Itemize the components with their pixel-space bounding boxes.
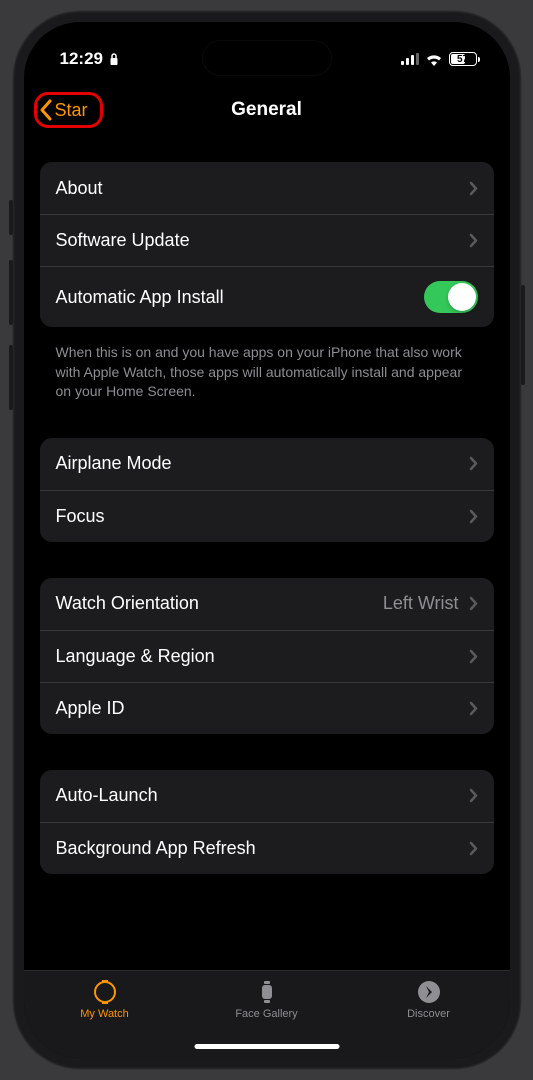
tab-discover[interactable]: Discover bbox=[348, 979, 510, 1020]
back-button[interactable]: Star bbox=[34, 92, 103, 128]
row-background-app-refresh[interactable]: Background App Refresh bbox=[40, 822, 494, 874]
tab-label: My Watch bbox=[80, 1008, 129, 1020]
chevron-right-icon bbox=[469, 596, 478, 611]
tab-label: Face Gallery bbox=[235, 1008, 297, 1020]
face-gallery-icon bbox=[254, 979, 280, 1005]
nav-header: Star General bbox=[24, 86, 510, 134]
compass-icon bbox=[416, 979, 442, 1005]
volume-up-button bbox=[9, 260, 13, 325]
chevron-right-icon bbox=[469, 649, 478, 664]
row-label: Watch Orientation bbox=[56, 593, 383, 614]
tab-label: Discover bbox=[407, 1008, 450, 1020]
content-scroll[interactable]: About Software Update Automatic App Inst… bbox=[24, 134, 510, 970]
settings-section-1: About Software Update Automatic App Inst… bbox=[40, 162, 494, 327]
chevron-left-icon bbox=[39, 99, 53, 121]
volume-switch bbox=[9, 200, 13, 235]
row-label: Auto-Launch bbox=[56, 785, 469, 806]
wifi-icon bbox=[425, 53, 443, 66]
battery-percent: 57 bbox=[457, 54, 468, 65]
settings-section-4: Auto-Launch Background App Refresh bbox=[40, 770, 494, 874]
row-auto-launch[interactable]: Auto-Launch bbox=[40, 770, 494, 822]
row-watch-orientation[interactable]: Watch Orientation Left Wrist bbox=[40, 578, 494, 630]
row-apple-id[interactable]: Apple ID bbox=[40, 682, 494, 734]
tab-face-gallery[interactable]: Face Gallery bbox=[186, 979, 348, 1020]
chevron-right-icon bbox=[469, 509, 478, 524]
row-label: Airplane Mode bbox=[56, 453, 469, 474]
settings-section-3: Watch Orientation Left Wrist Language & … bbox=[40, 578, 494, 734]
home-indicator[interactable] bbox=[194, 1044, 339, 1049]
battery-icon: 57 bbox=[449, 52, 480, 66]
settings-section-2: Airplane Mode Focus bbox=[40, 438, 494, 542]
power-button bbox=[521, 285, 525, 385]
chevron-right-icon bbox=[469, 788, 478, 803]
tab-my-watch[interactable]: My Watch bbox=[24, 979, 186, 1020]
row-software-update[interactable]: Software Update bbox=[40, 214, 494, 266]
back-label: Star bbox=[55, 100, 88, 121]
lock-icon bbox=[109, 52, 119, 66]
screen: 12:29 57 bbox=[24, 22, 510, 1058]
status-right: 57 bbox=[401, 52, 480, 66]
section-footer: When this is on and you have apps on you… bbox=[40, 335, 494, 402]
status-time: 12:29 bbox=[60, 49, 103, 69]
row-label: Apple ID bbox=[56, 698, 469, 719]
watch-icon bbox=[92, 979, 118, 1005]
row-label: Language & Region bbox=[56, 646, 469, 667]
page-title: General bbox=[231, 99, 302, 121]
chevron-right-icon bbox=[469, 701, 478, 716]
row-label: About bbox=[56, 178, 469, 199]
phone-frame: 12:29 57 bbox=[12, 10, 522, 1070]
toggle-thumb bbox=[448, 283, 476, 311]
toggle-switch[interactable] bbox=[424, 281, 478, 313]
status-left: 12:29 bbox=[60, 49, 119, 69]
row-label: Software Update bbox=[56, 230, 469, 251]
row-label: Focus bbox=[56, 506, 469, 527]
row-focus[interactable]: Focus bbox=[40, 490, 494, 542]
row-detail: Left Wrist bbox=[383, 593, 459, 614]
row-automatic-app-install[interactable]: Automatic App Install bbox=[40, 266, 494, 327]
row-label: Automatic App Install bbox=[56, 287, 424, 308]
row-label: Background App Refresh bbox=[56, 838, 469, 859]
dynamic-island bbox=[202, 40, 332, 76]
row-language-region[interactable]: Language & Region bbox=[40, 630, 494, 682]
chevron-right-icon bbox=[469, 841, 478, 856]
chevron-right-icon bbox=[469, 181, 478, 196]
chevron-right-icon bbox=[469, 456, 478, 471]
chevron-right-icon bbox=[469, 233, 478, 248]
cellular-signal-icon bbox=[401, 53, 419, 65]
row-about[interactable]: About bbox=[40, 162, 494, 214]
row-airplane-mode[interactable]: Airplane Mode bbox=[40, 438, 494, 490]
volume-down-button bbox=[9, 345, 13, 410]
